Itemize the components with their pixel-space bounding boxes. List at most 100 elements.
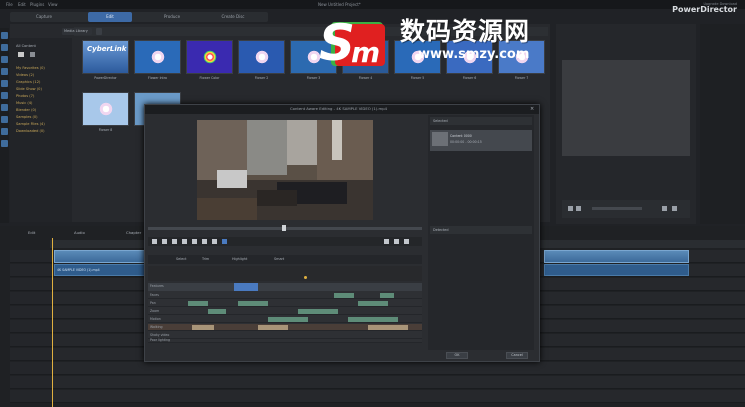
media-thumb[interactable] (186, 40, 233, 74)
selection-range[interactable] (234, 283, 258, 291)
snapshot-icon[interactable] (384, 239, 389, 244)
folder-icon[interactable] (18, 52, 24, 57)
cancel-button[interactable]: Cancel (506, 352, 528, 359)
track-header[interactable] (10, 362, 50, 375)
tree-item[interactable]: Videos (2) (16, 73, 34, 77)
feature-row[interactable]: Pan (148, 300, 422, 307)
track-header[interactable] (10, 306, 50, 319)
feature-row[interactable]: Poor lighting (148, 338, 422, 343)
feature-row[interactable]: Faces (148, 292, 422, 299)
feature-row[interactable]: Zoom (148, 308, 422, 315)
next-frame-icon[interactable] (182, 239, 187, 244)
play-icon[interactable] (568, 206, 573, 211)
fullscreen-icon[interactable] (404, 239, 409, 244)
tree-item[interactable]: Graphics (12) (16, 80, 40, 84)
detected-segment[interactable] (238, 301, 268, 306)
zoom-icon[interactable] (394, 239, 399, 244)
video-clip[interactable] (544, 250, 689, 263)
fullscreen-icon[interactable] (672, 206, 677, 211)
detected-segment[interactable] (334, 293, 354, 298)
track-header[interactable] (10, 376, 50, 389)
feature-row[interactable]: Walking (148, 324, 422, 331)
close-icon[interactable]: × (530, 107, 535, 112)
stop-icon[interactable] (576, 206, 581, 211)
tree-item[interactable]: Music (4) (16, 101, 32, 105)
tool-trim[interactable]: Trim (202, 257, 209, 261)
menu-file[interactable]: File (6, 2, 13, 7)
ok-button[interactable]: OK (446, 352, 468, 359)
tool-smart[interactable]: Smart (274, 257, 284, 261)
detected-segment[interactable] (298, 309, 338, 314)
detected-segment[interactable] (188, 301, 208, 306)
menu-plugins[interactable]: Plugins (30, 2, 44, 7)
playhead[interactable] (52, 238, 53, 407)
detected-segment[interactable] (258, 325, 288, 330)
tab-capture[interactable]: Capture (24, 12, 64, 22)
track-header[interactable] (10, 334, 50, 347)
chapter-room-icon[interactable] (1, 128, 8, 135)
detected-segment[interactable] (358, 301, 388, 306)
track-header[interactable] (10, 390, 50, 403)
tab-produce[interactable]: Produce (150, 12, 194, 22)
pip-room-icon[interactable] (1, 56, 8, 63)
timeline-tabs: Edit Audio Chapter (10, 228, 150, 237)
tab-create-disc[interactable]: Create Disc (206, 12, 260, 22)
library-filter[interactable]: Media Library (62, 28, 92, 35)
media-room-icon[interactable] (1, 32, 8, 39)
tree-item[interactable]: My Favorites (0) (16, 66, 45, 70)
media-thumb[interactable] (82, 92, 129, 126)
add-folder-icon[interactable] (30, 52, 35, 57)
preview-scrubber[interactable] (592, 207, 642, 210)
title-room-icon[interactable] (1, 80, 8, 87)
transition-room-icon[interactable] (1, 92, 8, 99)
tree-item[interactable]: Sample Files (4) (16, 122, 45, 126)
tool-select[interactable]: Select (176, 257, 186, 261)
item-duration: 00:00:00 - 00:00:15 (450, 140, 482, 144)
tree-item[interactable]: Slide Show (0) (16, 87, 42, 91)
tree-item[interactable]: Samples (0) (16, 115, 38, 119)
mark-in-icon[interactable] (212, 239, 217, 244)
volume-icon[interactable] (222, 239, 227, 244)
audio-clip[interactable] (544, 264, 689, 276)
detected-segment[interactable] (348, 317, 398, 322)
voice-over-icon[interactable] (1, 116, 8, 123)
snapshot-icon[interactable] (662, 206, 667, 211)
tab-edit[interactable]: Edit (88, 12, 132, 22)
media-thumb[interactable] (238, 40, 285, 74)
stop-icon[interactable] (162, 239, 167, 244)
rewind-icon[interactable] (202, 239, 207, 244)
subtitle-room-icon[interactable] (1, 140, 8, 147)
particle-room-icon[interactable] (1, 68, 8, 75)
track-header[interactable] (10, 264, 50, 277)
detected-segment[interactable] (208, 309, 226, 314)
track-header[interactable] (10, 250, 50, 263)
detected-segment[interactable] (268, 317, 308, 322)
tree-item[interactable]: Downloaded (0) (16, 129, 45, 133)
detected-segment[interactable] (192, 325, 214, 330)
track-header[interactable] (10, 278, 50, 291)
tab-chapter[interactable]: Chapter (126, 230, 141, 235)
menu-view[interactable]: View (48, 2, 58, 7)
track-header[interactable] (10, 292, 50, 305)
tree-item[interactable]: Photos (7) (16, 94, 34, 98)
tab-audio[interactable]: Audio (74, 230, 85, 235)
track-header[interactable] (10, 320, 50, 333)
detected-segment[interactable] (368, 325, 408, 330)
menu-edit[interactable]: Edit (18, 2, 26, 7)
track-header[interactable] (10, 348, 50, 361)
media-thumb[interactable] (134, 40, 181, 74)
effect-room-icon[interactable] (1, 44, 8, 51)
tab-edit-timeline[interactable]: Edit (28, 230, 35, 235)
detected-segment[interactable] (380, 293, 394, 298)
scrubber-handle[interactable] (282, 225, 286, 231)
dropdown-icon[interactable] (96, 28, 102, 35)
media-thumb[interactable]: CyberLink (82, 40, 129, 74)
track (50, 362, 745, 375)
audio-mixing-icon[interactable] (1, 104, 8, 111)
tool-highlight[interactable]: Highlight (232, 257, 247, 261)
feature-row[interactable]: Motion (148, 316, 422, 323)
previous-frame-icon[interactable] (172, 239, 177, 244)
play-icon[interactable] (152, 239, 157, 244)
tree-item[interactable]: Blender (0) (16, 108, 36, 112)
fast-forward-icon[interactable] (192, 239, 197, 244)
